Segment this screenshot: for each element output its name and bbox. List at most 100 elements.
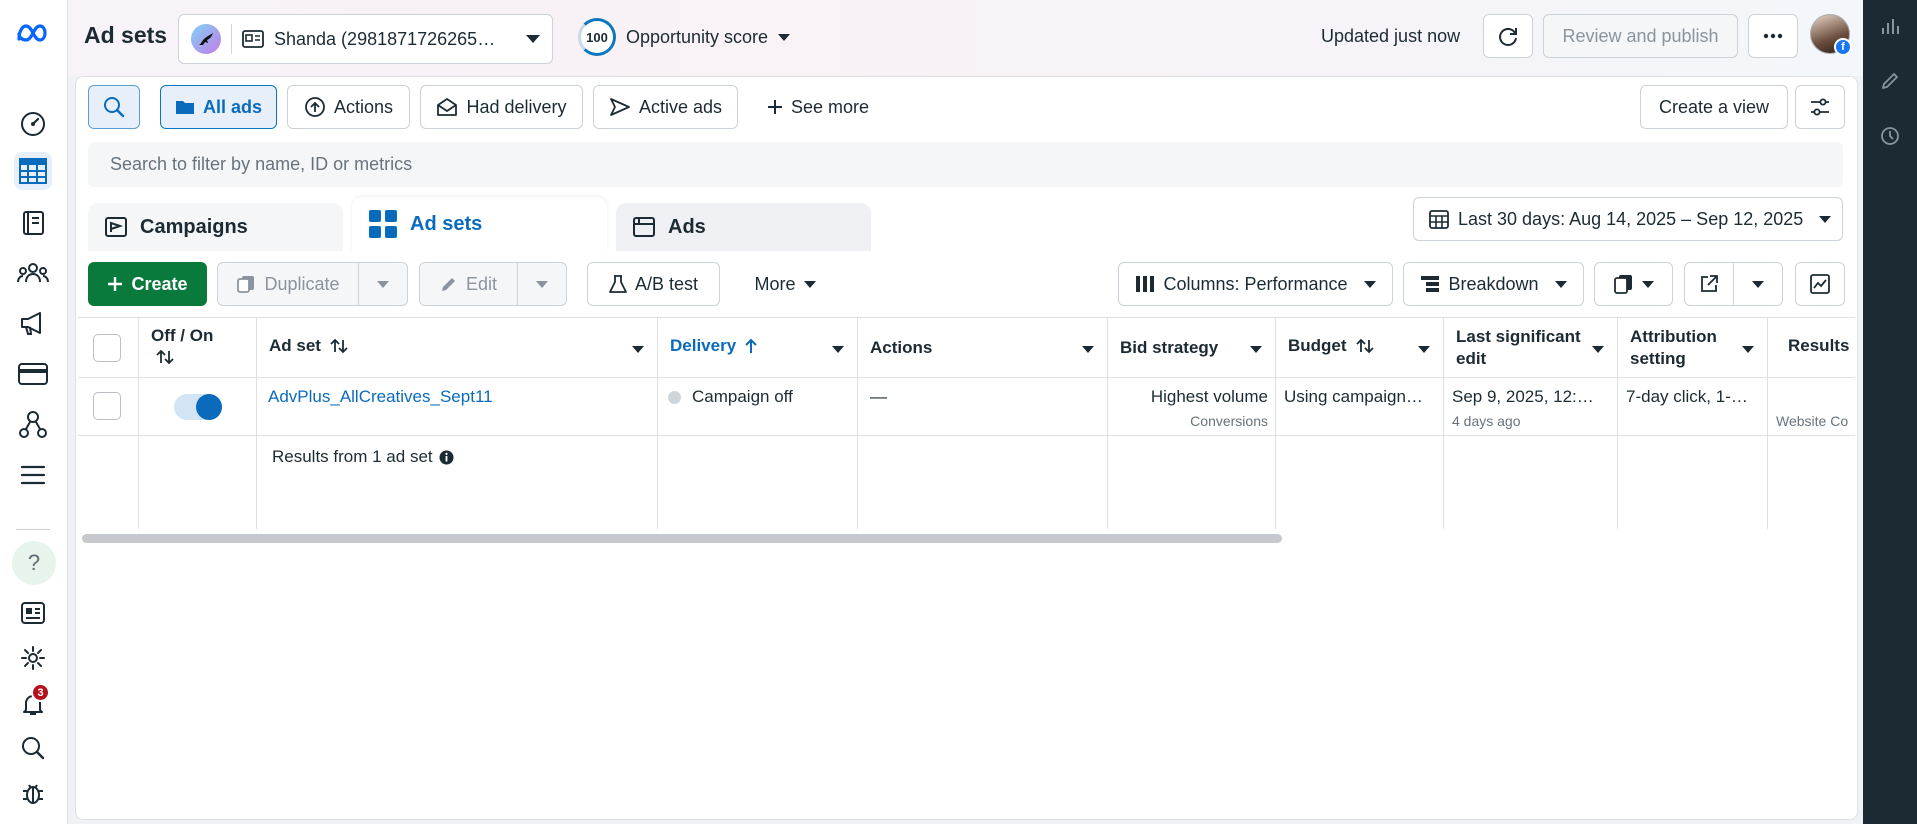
meta-logo-icon[interactable] [14, 14, 52, 52]
create-label: Create [131, 273, 188, 294]
header-delivery-label: Delivery [670, 336, 737, 355]
edit-label: Edit [465, 273, 498, 294]
duplicate-button[interactable]: Duplicate [217, 262, 359, 306]
chevron-down-icon [1752, 280, 1764, 288]
settings-gear-icon[interactable] [14, 639, 52, 677]
chevron-down-icon[interactable] [1742, 346, 1754, 353]
tab-campaigns-label: Campaigns [140, 215, 248, 238]
had-delivery-filter[interactable]: Had delivery [420, 85, 583, 129]
send-icon [610, 98, 630, 116]
help-question-icon[interactable]: ? [12, 541, 56, 585]
see-more-filters-button[interactable]: See more [748, 85, 888, 129]
opportunity-score[interactable]: 100 Opportunity score [578, 18, 791, 56]
search-icon [104, 97, 125, 118]
create-button[interactable]: Create [88, 262, 207, 306]
edit-dropdown-button[interactable] [517, 262, 567, 306]
pages-book-icon[interactable] [14, 204, 52, 242]
edit-button[interactable]: Edit [419, 262, 518, 306]
refresh-button[interactable] [1483, 14, 1533, 58]
off-on-toggle[interactable] [174, 394, 222, 420]
chevron-down-icon[interactable] [1592, 346, 1604, 353]
opportunity-score-label: Opportunity score [626, 26, 769, 47]
ab-test-button[interactable]: A/B test [587, 262, 720, 306]
header-budget[interactable]: Budget [1288, 335, 1375, 357]
tab-ads[interactable]: Ads [616, 203, 871, 251]
history-clock-icon[interactable] [1880, 126, 1900, 146]
attribution-value: 7-day click, 1-… [1626, 387, 1748, 406]
actions-filter-label: Actions [333, 96, 394, 117]
columns-performance-button[interactable]: Columns: Performance [1118, 262, 1393, 306]
header-results[interactable]: Results [1788, 335, 1849, 357]
row-select-checkbox[interactable] [93, 392, 121, 420]
select-all-checkbox[interactable] [93, 334, 121, 362]
ads-manager-table-icon[interactable] [14, 152, 52, 190]
header-ad-set[interactable]: Ad set [269, 335, 349, 357]
search-toggle-button[interactable] [88, 85, 140, 129]
opportunity-score-value: 100 [578, 18, 616, 56]
header-budget-label: Budget [1288, 336, 1347, 355]
export-button[interactable] [1684, 262, 1734, 306]
actions-filter[interactable]: Actions [287, 85, 410, 129]
tab-ad-sets[interactable]: Ad sets [352, 197, 607, 251]
header-actions[interactable]: Actions [870, 337, 932, 359]
tab-campaigns[interactable]: Campaigns [88, 203, 343, 251]
nav-divider [16, 529, 50, 530]
date-range-picker[interactable]: Last 30 days: Aug 14, 2025 – Sep 12, 202… [1413, 197, 1843, 241]
campaign-megaphone-icon[interactable] [14, 304, 52, 342]
header-bid-strategy[interactable]: Bid strategy [1120, 337, 1218, 359]
ad-set-name-link[interactable]: AdvPlus_AllCreatives_Sept11 [268, 387, 648, 407]
edit-pencil-icon [441, 278, 455, 291]
header-last-significant-edit[interactable]: Last significant edit [1456, 326, 1581, 370]
create-a-view-button[interactable]: Create a view [1640, 85, 1788, 129]
report-bug-icon[interactable] [14, 774, 52, 812]
more-actions-button[interactable]: More [735, 262, 835, 306]
overview-gauge-icon[interactable] [14, 104, 52, 142]
edit-pencil-icon[interactable] [1880, 71, 1900, 91]
all-tools-menu-icon[interactable] [14, 456, 52, 494]
search-icon[interactable] [14, 729, 52, 767]
header-attribution-setting[interactable]: Attribution setting [1630, 326, 1717, 370]
export-dropdown-button[interactable] [1733, 262, 1783, 306]
chevron-down-icon [1641, 280, 1654, 288]
chevron-down-icon[interactable] [1418, 346, 1430, 353]
more-options-button[interactable] [1748, 14, 1798, 58]
chevron-down-icon[interactable] [1082, 346, 1094, 353]
header-attribution-line1: Attribution [1630, 327, 1717, 346]
active-ads-filter[interactable]: Active ads [593, 85, 738, 129]
flask-icon [609, 275, 627, 293]
breakdown-button[interactable]: Breakdown [1403, 262, 1584, 306]
chart-bars-icon[interactable] [1880, 16, 1900, 36]
ab-test-label: A/B test [634, 273, 699, 294]
reports-stack-icon [1613, 275, 1632, 294]
reports-button[interactable] [1594, 262, 1673, 306]
columns-icon [1136, 276, 1155, 292]
account-selector[interactable]: Shanda (2981871726265… [178, 14, 553, 64]
budget-value: Using campaign… [1284, 387, 1423, 406]
header-off-on[interactable]: Off / On [151, 325, 213, 365]
audiences-people-icon[interactable] [14, 254, 52, 292]
notifications-bell-icon[interactable]: 3 [14, 683, 52, 723]
envelope-icon [437, 98, 458, 116]
duplicate-dropdown-button[interactable] [358, 262, 408, 306]
tab-ad-sets-label: Ad sets [410, 212, 483, 235]
last-edit-value: Sep 9, 2025, 12:… [1452, 387, 1594, 406]
chevron-down-icon[interactable] [832, 346, 844, 353]
ad-frame-icon [633, 217, 655, 237]
header-delivery[interactable]: Delivery [670, 335, 758, 357]
sort-icon [1355, 338, 1374, 354]
notification-count-badge: 3 [31, 683, 50, 702]
facebook-badge-icon: f [1834, 38, 1852, 56]
chevron-down-icon [778, 33, 791, 41]
billing-card-icon[interactable] [14, 355, 52, 393]
chevron-down-icon[interactable] [1250, 346, 1262, 353]
horizontal-scrollbar[interactable] [82, 534, 1282, 543]
view-settings-button[interactable] [1795, 85, 1845, 129]
news-feed-icon[interactable] [14, 594, 52, 632]
search-input[interactable]: Search to filter by name, ID or metrics [88, 142, 1843, 187]
review-and-publish-button[interactable]: Review and publish [1543, 14, 1738, 58]
charts-button[interactable] [1795, 262, 1845, 306]
chevron-down-icon[interactable] [632, 346, 644, 353]
results-summary-label: Results from 1 ad set [272, 447, 433, 466]
all-ads-filter[interactable]: All ads [160, 85, 277, 129]
business-network-icon[interactable] [14, 405, 52, 443]
